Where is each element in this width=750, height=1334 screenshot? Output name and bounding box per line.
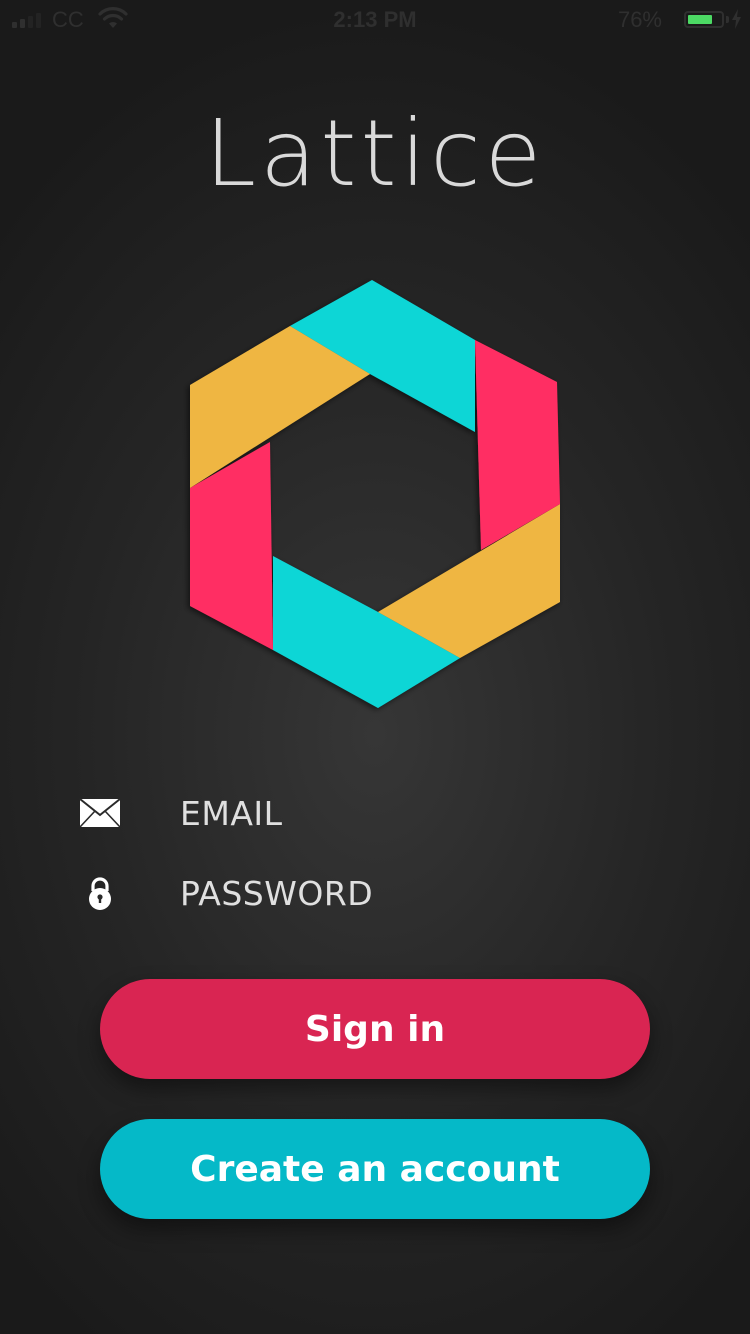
create-account-button[interactable]: Create an account [100, 1119, 650, 1219]
battery-percentage: 76% [617, 7, 662, 32]
charging-bolt-icon [732, 9, 741, 29]
status-bar: CC 2:13 PM 76% [0, 0, 750, 40]
password-field-row [78, 863, 678, 923]
sign-in-button[interactable]: Sign in [100, 979, 650, 1079]
battery-level [688, 15, 713, 24]
email-input[interactable] [180, 783, 660, 843]
lattice-logo [190, 280, 560, 708]
battery-icon [684, 11, 724, 28]
email-field-row [78, 783, 678, 843]
lock-icon [78, 871, 122, 915]
app-title: Lattice [204, 100, 546, 207]
envelope-icon [78, 791, 122, 835]
password-input[interactable] [180, 863, 660, 923]
battery-cap [726, 16, 729, 23]
